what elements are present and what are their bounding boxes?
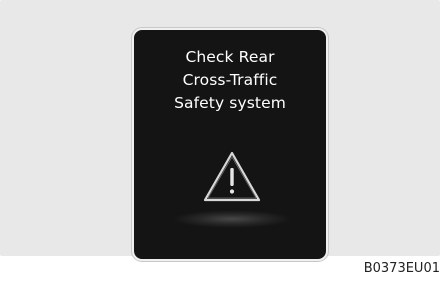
warning-icon-area: [134, 150, 326, 240]
warning-triangle-icon: [203, 151, 261, 202]
figure-code: B0373EU01: [363, 261, 440, 276]
warning-message-line: Cross-Traffic: [182, 71, 278, 89]
cluster-warning-display: Check Rear Cross-Traffic Safety system: [132, 28, 328, 261]
warning-message: Check Rear Cross-Traffic Safety system: [134, 46, 326, 115]
warning-message-line: Check Rear: [185, 48, 275, 66]
warning-message-line: Safety system: [174, 94, 286, 112]
reflection-glow: [172, 210, 292, 228]
